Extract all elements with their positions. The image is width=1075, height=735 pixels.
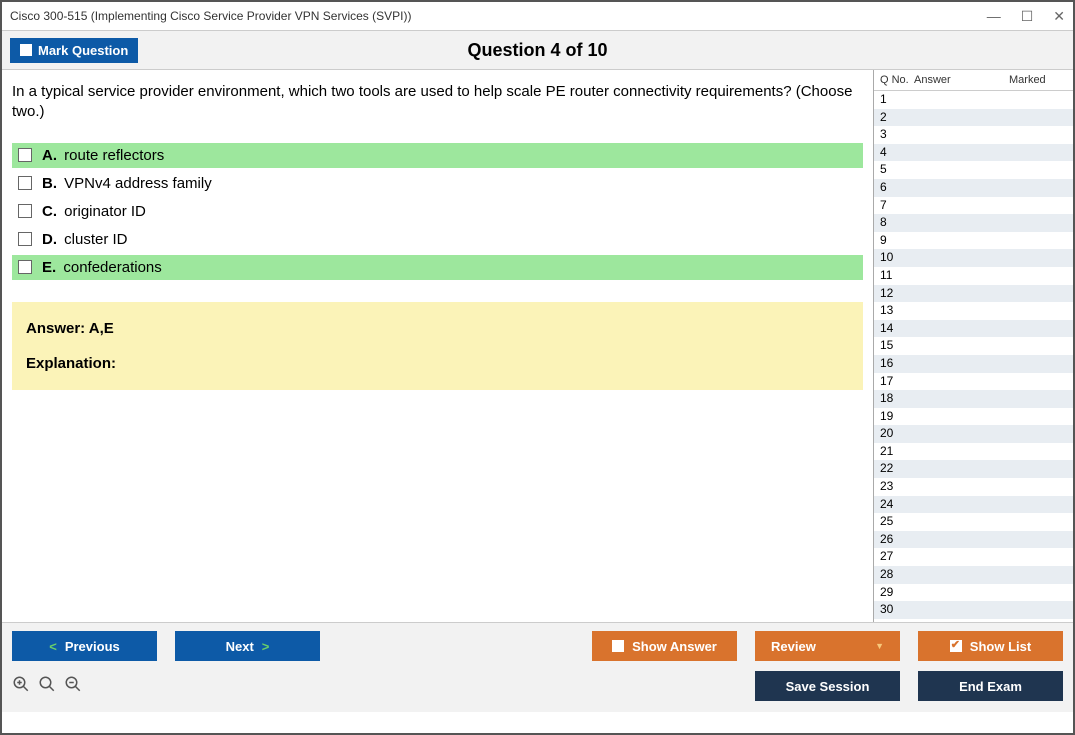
list-item[interactable]: 12 bbox=[874, 285, 1073, 303]
question-list[interactable]: 1234567891011121314151617181920212223242… bbox=[874, 91, 1073, 622]
list-item[interactable]: 25 bbox=[874, 513, 1073, 531]
question-counter: Question 4 of 10 bbox=[2, 40, 1073, 61]
choice-D[interactable]: D. cluster ID bbox=[12, 227, 863, 252]
choice-text: D. cluster ID bbox=[42, 231, 128, 248]
show-list-label: Show List bbox=[970, 639, 1031, 654]
list-item[interactable]: 14 bbox=[874, 320, 1073, 338]
choice-list: A. route reflectors B. VPNv4 address fami… bbox=[12, 143, 863, 280]
review-button[interactable]: Review ▼ bbox=[755, 631, 900, 661]
list-item[interactable]: 28 bbox=[874, 566, 1073, 584]
list-item[interactable]: 17 bbox=[874, 373, 1073, 391]
list-item[interactable]: 3 bbox=[874, 126, 1073, 144]
zoom-default-icon[interactable] bbox=[38, 675, 56, 698]
choice-text: E. confederations bbox=[42, 259, 162, 276]
list-item[interactable]: 11 bbox=[874, 267, 1073, 285]
show-list-checkbox-icon bbox=[950, 640, 962, 652]
zoom-out-icon[interactable] bbox=[64, 675, 82, 698]
choice-B[interactable]: B. VPNv4 address family bbox=[12, 171, 863, 196]
show-answer-button[interactable]: Show Answer bbox=[592, 631, 737, 661]
maximize-icon[interactable]: ☐ bbox=[1021, 8, 1034, 25]
titlebar: Cisco 300-515 (Implementing Cisco Servic… bbox=[2, 2, 1073, 30]
show-answer-checkbox-icon bbox=[612, 640, 624, 652]
list-item[interactable]: 13 bbox=[874, 302, 1073, 320]
save-session-button[interactable]: Save Session bbox=[755, 671, 900, 701]
window-controls: — ☐ ✕ bbox=[987, 8, 1065, 25]
main-area: In a typical service provider environmen… bbox=[2, 70, 1073, 622]
choice-A[interactable]: A. route reflectors bbox=[12, 143, 863, 168]
footer-row-1: < Previous Next > Show Answer Review ▼ S… bbox=[12, 631, 1063, 661]
choice-text: B. VPNv4 address family bbox=[42, 175, 212, 192]
list-item[interactable]: 24 bbox=[874, 496, 1073, 514]
list-item[interactable]: 29 bbox=[874, 584, 1073, 602]
list-item[interactable]: 16 bbox=[874, 355, 1073, 373]
list-item[interactable]: 23 bbox=[874, 478, 1073, 496]
next-button[interactable]: Next > bbox=[175, 631, 320, 661]
list-item[interactable]: 15 bbox=[874, 337, 1073, 355]
list-item[interactable]: 18 bbox=[874, 390, 1073, 408]
question-stem: In a typical service provider environmen… bbox=[12, 82, 863, 123]
choice-checkbox-icon bbox=[18, 204, 32, 218]
col-marked: Marked bbox=[1009, 74, 1059, 86]
minimize-icon[interactable]: — bbox=[987, 8, 1001, 25]
list-item[interactable]: 6 bbox=[874, 179, 1073, 197]
end-exam-button[interactable]: End Exam bbox=[918, 671, 1063, 701]
chevron-left-icon: < bbox=[49, 639, 57, 654]
list-item[interactable]: 19 bbox=[874, 408, 1073, 426]
choice-checkbox-icon bbox=[18, 148, 32, 162]
save-session-label: Save Session bbox=[786, 679, 870, 694]
choice-C[interactable]: C. originator ID bbox=[12, 199, 863, 224]
list-item[interactable]: 7 bbox=[874, 197, 1073, 215]
previous-button[interactable]: < Previous bbox=[12, 631, 157, 661]
show-answer-label: Show Answer bbox=[632, 639, 717, 654]
mark-question-label: Mark Question bbox=[38, 43, 128, 58]
list-item[interactable]: 26 bbox=[874, 531, 1073, 549]
list-item[interactable]: 4 bbox=[874, 144, 1073, 162]
list-item[interactable]: 20 bbox=[874, 425, 1073, 443]
col-answer: Answer bbox=[914, 74, 1009, 86]
list-item[interactable]: 9 bbox=[874, 232, 1073, 250]
zoom-in-icon[interactable] bbox=[12, 675, 30, 698]
answer-line: Answer: A,E bbox=[26, 320, 849, 337]
review-label: Review bbox=[771, 639, 816, 654]
list-item[interactable]: 5 bbox=[874, 161, 1073, 179]
window-title: Cisco 300-515 (Implementing Cisco Servic… bbox=[10, 9, 411, 23]
choice-checkbox-icon bbox=[18, 260, 32, 274]
answer-box: Answer: A,E Explanation: bbox=[12, 302, 863, 390]
chevron-down-icon: ▼ bbox=[875, 641, 884, 651]
end-exam-label: End Exam bbox=[959, 679, 1022, 694]
question-list-panel: Q No. Answer Marked 12345678910111213141… bbox=[873, 70, 1073, 622]
choice-text: C. originator ID bbox=[42, 203, 146, 220]
list-item[interactable]: 21 bbox=[874, 443, 1073, 461]
list-item[interactable]: 10 bbox=[874, 249, 1073, 267]
mark-question-button[interactable]: Mark Question bbox=[10, 38, 138, 63]
list-item[interactable]: 2 bbox=[874, 109, 1073, 127]
zoom-controls bbox=[12, 675, 82, 698]
explanation-line: Explanation: bbox=[26, 355, 849, 372]
choice-text: A. route reflectors bbox=[42, 147, 164, 164]
list-item[interactable]: 22 bbox=[874, 460, 1073, 478]
question-pane: In a typical service provider environmen… bbox=[2, 70, 873, 622]
mark-question-checkbox-icon bbox=[20, 44, 32, 56]
question-list-header: Q No. Answer Marked bbox=[874, 70, 1073, 91]
list-item[interactable]: 8 bbox=[874, 214, 1073, 232]
footer-row-2: Save Session End Exam bbox=[12, 671, 1063, 701]
close-icon[interactable]: ✕ bbox=[1053, 8, 1065, 25]
choice-checkbox-icon bbox=[18, 176, 32, 190]
header-bar: Mark Question Question 4 of 10 bbox=[2, 30, 1073, 70]
next-label: Next bbox=[226, 639, 254, 654]
list-item[interactable]: 27 bbox=[874, 548, 1073, 566]
list-item[interactable]: 30 bbox=[874, 601, 1073, 619]
choice-checkbox-icon bbox=[18, 232, 32, 246]
list-item[interactable]: 1 bbox=[874, 91, 1073, 109]
chevron-right-icon: > bbox=[262, 639, 270, 654]
col-spacer bbox=[1059, 74, 1069, 86]
show-list-button[interactable]: Show List bbox=[918, 631, 1063, 661]
footer: < Previous Next > Show Answer Review ▼ S… bbox=[2, 622, 1073, 712]
col-qno: Q No. bbox=[876, 74, 914, 86]
choice-E[interactable]: E. confederations bbox=[12, 255, 863, 280]
previous-label: Previous bbox=[65, 639, 120, 654]
